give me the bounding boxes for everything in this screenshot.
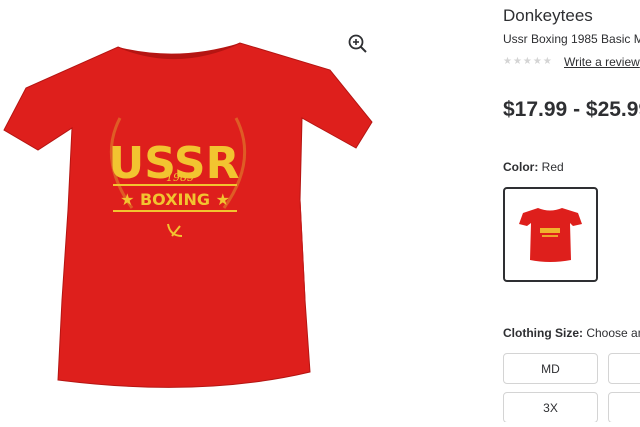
product-info: Donkeytees Ussr Boxing 1985 Basic Men's … [503, 0, 640, 422]
size-label: Clothing Size: [503, 326, 583, 340]
product-title: Ussr Boxing 1985 Basic Men's T-Shirt [503, 32, 640, 46]
zoom-in-icon[interactable] [347, 33, 369, 55]
print-year-text: 1985 [166, 171, 194, 184]
size-option-md[interactable]: MD [503, 353, 598, 384]
product-image[interactable]: USSR 1985 ★ BOXING ★ [0, 0, 385, 422]
rating-stars: ★★★★★ [503, 56, 553, 67]
color-label: Color: [503, 160, 539, 174]
color-value: Red [541, 160, 564, 174]
size-option-3x[interactable]: 3X [503, 392, 598, 422]
price-range: $17.99 - $25.99 [503, 98, 640, 121]
write-review-link[interactable]: Write a review [564, 55, 640, 69]
size-selector-label: Clothing Size: Choose an option [503, 326, 640, 340]
brand-link[interactable]: Donkeytees [503, 6, 593, 26]
size-option[interactable] [608, 353, 640, 384]
tshirt-image: USSR 1985 ★ BOXING ★ [3, 42, 373, 388]
size-option[interactable] [608, 392, 640, 422]
swatch-thumbnail [519, 208, 582, 262]
color-swatch-red[interactable] [503, 187, 598, 282]
color-selector-label: Color: Red [503, 160, 564, 174]
print-sub-text: ★ BOXING ★ [120, 190, 230, 209]
size-value: Choose an option [586, 326, 640, 340]
